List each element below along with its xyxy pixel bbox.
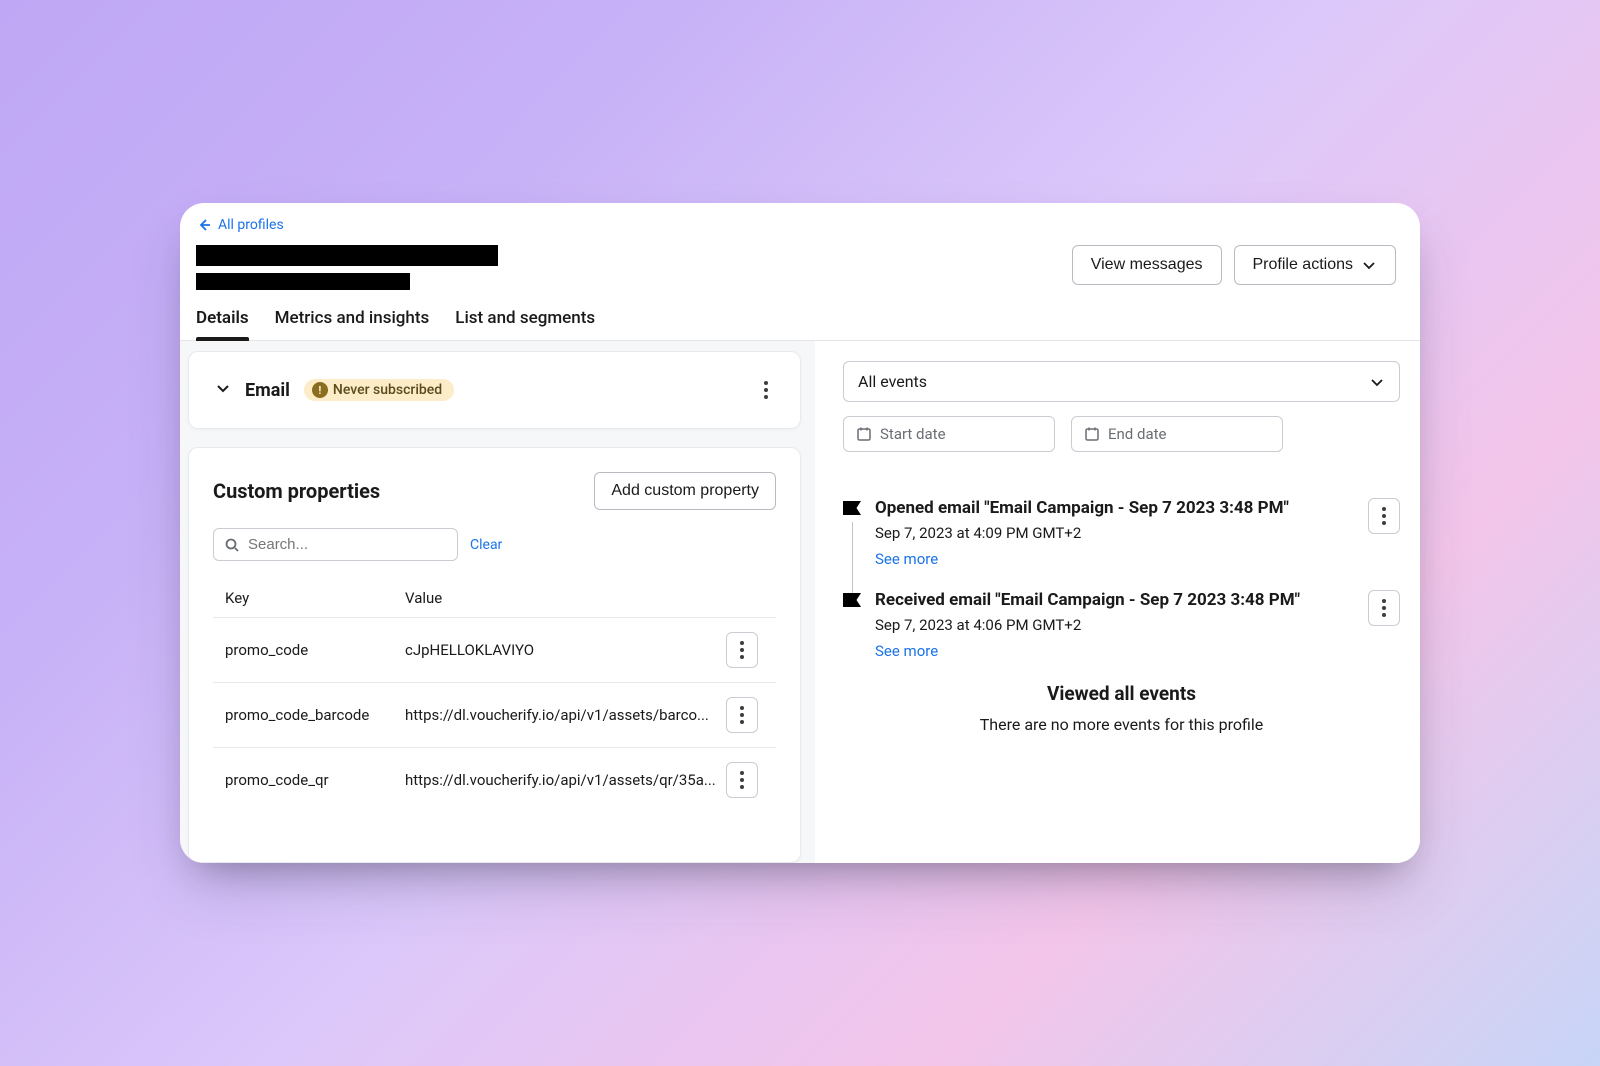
search-icon — [224, 537, 240, 553]
search-field[interactable] — [248, 536, 447, 553]
prop-key: promo_code_qr — [225, 771, 405, 789]
tab-metrics[interactable]: Metrics and insights — [275, 308, 430, 340]
properties-table-header: Key Value — [213, 579, 776, 617]
tab-lists[interactable]: List and segments — [455, 308, 595, 340]
view-messages-button[interactable]: View messages — [1072, 245, 1222, 285]
event-more-button[interactable] — [1368, 590, 1400, 626]
event-timestamp: Sep 7, 2023 at 4:09 PM GMT+2 — [875, 524, 1354, 542]
table-row: promo_code_barcode https://dl.voucherify… — [213, 682, 776, 747]
calendar-icon — [856, 426, 872, 442]
event-title: Received email "Email Campaign - Sep 7 2… — [875, 590, 1354, 610]
date-range-row: Start date End date — [843, 416, 1400, 452]
email-channel-card: Email ! Never subscribed — [188, 351, 801, 429]
row-more-button[interactable] — [726, 697, 758, 733]
flag-icon — [843, 501, 861, 515]
chevron-down-icon — [1369, 374, 1385, 390]
subscription-status-badge: ! Never subscribed — [304, 379, 454, 401]
event-title: Opened email "Email Campaign - Sep 7 202… — [875, 498, 1354, 518]
end-date-placeholder: End date — [1108, 425, 1166, 443]
custom-properties-search-row: Clear — [213, 528, 776, 561]
custom-properties-header: Custom properties Add custom property — [213, 472, 776, 510]
row-more-button[interactable] — [726, 762, 758, 798]
alert-icon: ! — [312, 382, 328, 398]
events-filter-label: All events — [858, 372, 927, 391]
custom-properties-search-input[interactable] — [213, 528, 458, 561]
row-more-button[interactable] — [726, 632, 758, 668]
email-section-title: Email — [245, 380, 290, 401]
event-see-more-link[interactable]: See more — [875, 642, 1354, 660]
email-card-more-button[interactable] — [752, 372, 780, 408]
clear-search-link[interactable]: Clear — [470, 537, 502, 553]
custom-properties-card: Custom properties Add custom property Cl… — [188, 447, 801, 863]
view-messages-label: View messages — [1091, 256, 1203, 274]
custom-properties-title: Custom properties — [213, 479, 380, 503]
body-area: Email ! Never subscribed Custom properti… — [180, 341, 1420, 863]
table-row: promo_code cJpHELLOKLAVIYO — [213, 617, 776, 682]
tab-details[interactable]: Details — [196, 308, 249, 340]
back-all-profiles-link[interactable]: All profiles — [196, 217, 284, 233]
flag-icon — [843, 593, 861, 607]
col-header-key: Key — [225, 589, 405, 607]
event-more-button[interactable] — [1368, 498, 1400, 534]
back-link-label: All profiles — [218, 217, 284, 233]
profile-tabs: Details Metrics and insights List and se… — [180, 290, 1420, 341]
events-timeline: Opened email "Email Campaign - Sep 7 202… — [843, 498, 1400, 734]
profile-email-redacted — [196, 273, 410, 290]
profile-name-redacted — [196, 245, 498, 266]
start-date-input[interactable]: Start date — [843, 416, 1055, 452]
profile-actions-label: Profile actions — [1253, 256, 1354, 274]
event-see-more-link[interactable]: See more — [875, 550, 1354, 568]
event-item: Opened email "Email Campaign - Sep 7 202… — [843, 498, 1400, 568]
header-actions: View messages Profile actions — [1072, 245, 1396, 285]
prop-value: https://dl.voucherify.io/api/v1/assets/b… — [405, 706, 726, 724]
end-date-input[interactable]: End date — [1071, 416, 1283, 452]
col-left: Email ! Never subscribed Custom properti… — [180, 341, 815, 863]
col-header-value: Value — [405, 589, 726, 607]
arrow-left-icon — [196, 217, 212, 233]
prop-key: promo_code_barcode — [225, 706, 405, 724]
events-filter-select[interactable]: All events — [843, 361, 1400, 402]
chevron-down-icon — [1361, 257, 1377, 273]
email-collapse-toggle[interactable] — [215, 380, 231, 400]
header-left — [196, 245, 1072, 290]
event-item: Received email "Email Campaign - Sep 7 2… — [843, 590, 1400, 660]
event-timestamp: Sep 7, 2023 at 4:06 PM GMT+2 — [875, 616, 1354, 634]
top-bar: All profiles — [180, 203, 1420, 237]
prop-value: https://dl.voucherify.io/api/v1/assets/q… — [405, 771, 726, 789]
chevron-down-icon — [215, 380, 231, 396]
viewed-all-sub: There are no more events for this profil… — [843, 715, 1400, 734]
start-date-placeholder: Start date — [880, 425, 946, 443]
table-row: promo_code_qr https://dl.voucherify.io/a… — [213, 747, 776, 812]
calendar-icon — [1084, 426, 1100, 442]
events-empty-state: Viewed all events There are no more even… — [843, 682, 1400, 734]
prop-key: promo_code — [225, 641, 405, 659]
col-right: All events Start date End date — [815, 341, 1420, 863]
prop-value: cJpHELLOKLAVIYO — [405, 641, 726, 659]
viewed-all-title: Viewed all events — [843, 682, 1400, 705]
profile-actions-button[interactable]: Profile actions — [1234, 245, 1397, 285]
header-row: View messages Profile actions — [180, 237, 1420, 290]
profile-window: All profiles View messages Profile actio… — [180, 203, 1420, 863]
add-custom-property-button[interactable]: Add custom property — [594, 472, 776, 510]
badge-label: Never subscribed — [333, 382, 442, 398]
timeline-line — [852, 522, 853, 604]
